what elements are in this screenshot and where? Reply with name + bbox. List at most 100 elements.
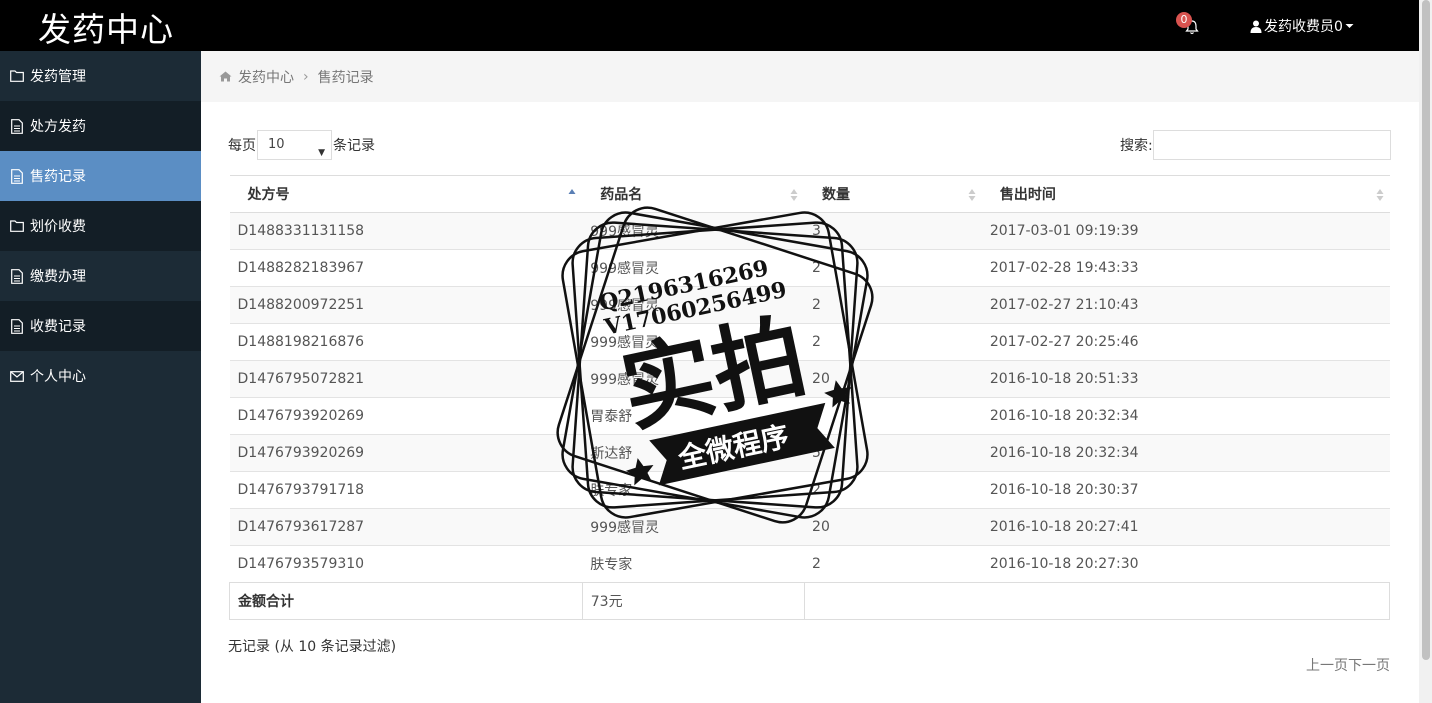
table-cell: 999感冒灵 — [582, 212, 805, 250]
sort-ascending-icon — [568, 189, 576, 194]
top-navbar: 发药中心 0 发药收费员0 — [0, 0, 1419, 51]
page-length-value: 10 — [268, 137, 285, 152]
table-cell: 2 — [804, 249, 982, 287]
table-cell: 20 — [804, 360, 982, 398]
breadcrumb-separator-icon: › — [303, 68, 309, 85]
table-row[interactable]: D1488198216876 999感冒灵 2 2017-02-27 20:25:46 — [229, 323, 1390, 361]
table-cell: 肤专家 — [582, 471, 805, 509]
sidebar-item-label: 收费记录 — [30, 319, 86, 335]
sidebar-item-personal-center[interactable]: 个人中心 — [0, 351, 201, 401]
table-info: 无记录 (从 10 条记录过滤) — [228, 639, 397, 655]
caret-down-icon: ▼ — [318, 148, 325, 158]
scrollbar-thumb[interactable] — [1422, 0, 1430, 660]
sidebar-item-prescription-dispensing[interactable]: 处方发药 — [0, 101, 201, 151]
sidebar-item-pricing-charges[interactable]: 划价收费 — [0, 201, 201, 251]
search-label: 搜索: — [1120, 138, 1153, 154]
table-cell: 20 — [804, 508, 982, 546]
search-control: 搜索: — [1120, 130, 1391, 160]
column-header[interactable]: 药品名 — [582, 175, 805, 213]
table-cell: 2 — [804, 471, 982, 509]
table-row[interactable]: D1476793920269 胃泰舒 5 2016-10-18 20:32:34 — [229, 397, 1390, 435]
footer-empty-cell — [803, 582, 1391, 620]
table-cell: D1488282183967 — [229, 249, 583, 287]
chevron-down-icon — [1345, 23, 1354, 29]
search-input[interactable] — [1152, 130, 1391, 160]
breadcrumb-home-link[interactable]: 发药中心 — [238, 67, 294, 87]
table-row[interactable]: D1476793920269 斯达舒 5 2016-10-18 20:32:34 — [229, 434, 1390, 472]
sidebar-item-label: 缴费办理 — [30, 269, 86, 285]
table-cell: 2017-02-27 20:25:46 — [981, 323, 1390, 361]
column-header[interactable]: 处方号 — [229, 175, 583, 213]
table-row[interactable]: D1476793617287 999感冒灵 20 2016-10-18 20:27:4… — [229, 508, 1390, 546]
table-cell: 999感冒灵 — [582, 249, 805, 287]
table-cell: 2016-10-18 20:27:41 — [981, 508, 1390, 546]
table-cell: 5 — [804, 397, 982, 435]
table-row[interactable]: D1476793791718 肤专家 2 2016-10-18 20:30:37 — [229, 471, 1390, 509]
sidebar-item-label: 划价收费 — [30, 219, 86, 235]
table-cell: D1476793791718 — [229, 471, 583, 509]
breadcrumb-current: 售药记录 — [317, 69, 374, 86]
sidebar-item-payment-handling[interactable]: 缴费办理 — [0, 251, 201, 301]
vertical-scrollbar[interactable] — [1419, 0, 1432, 703]
table-cell: 2 — [804, 323, 982, 361]
document-icon — [9, 118, 25, 134]
table-cell: D1476793617287 — [229, 508, 583, 546]
table-cell: D1476795072821 — [229, 360, 583, 398]
footer-total-label: 金额合计 — [229, 582, 583, 620]
table-cell: 2016-10-18 20:30:37 — [981, 471, 1390, 509]
folder-icon — [9, 218, 25, 234]
table-cell: 2 — [804, 545, 982, 583]
table-cell: 2017-03-01 09:19:39 — [981, 212, 1390, 250]
document-icon — [9, 168, 25, 184]
breadcrumb: 发药中心 › 售药记录 — [201, 51, 1419, 102]
user-menu[interactable]: 发药收费员0 — [1250, 16, 1354, 36]
sidebar-item-payment-records[interactable]: 收费记录 — [0, 301, 201, 351]
table-cell: 999感冒灵 — [582, 508, 805, 546]
table-cell: 2 — [804, 286, 982, 324]
sidebar-item-sales-records[interactable]: 售药记录 — [0, 151, 201, 201]
sort-both-icon — [968, 189, 976, 201]
app-title: 发药中心 — [38, 10, 174, 49]
column-header[interactable]: 售出时间 — [981, 175, 1390, 213]
table-cell: 斯达舒 — [582, 434, 805, 472]
table-cell: 999感冒灵 — [582, 360, 805, 398]
table-cell: D1476793579310 — [229, 545, 583, 583]
page-length-suffix: 条记录 — [333, 138, 375, 154]
table-row[interactable]: D1488331131158 999感冒灵 3 2017-03-01 09:19:39 — [229, 212, 1390, 250]
table-row[interactable]: D1476795072821 999感冒灵 20 2016-10-18 20:51:3… — [229, 360, 1390, 398]
user-name: 发药收费员0 — [1264, 19, 1343, 35]
footer-total-value: 73元 — [581, 582, 805, 620]
table-cell: 2016-10-18 20:32:34 — [981, 397, 1390, 435]
envelope-icon — [9, 368, 25, 384]
table-row[interactable]: D1476793579310 肤专家 2 2016-10-18 20:27:30 — [229, 545, 1390, 583]
folder-icon — [9, 68, 25, 84]
table-cell: D1476793920269 — [229, 397, 583, 435]
table-cell: 2016-10-18 20:51:33 — [981, 360, 1390, 398]
document-icon — [9, 318, 25, 334]
table-cell: 2016-10-18 20:27:30 — [981, 545, 1390, 583]
sidebar-item-label: 发药管理 — [30, 69, 86, 85]
document-icon — [9, 268, 25, 284]
sidebar-item-label: 处方发药 — [30, 119, 86, 135]
page-length-select[interactable]: 10 ▼ — [257, 130, 332, 160]
page-length-prefix: 每页 — [228, 138, 256, 154]
home-icon — [219, 71, 232, 82]
sidebar-item-label: 个人中心 — [30, 369, 86, 385]
sidebar-item-dispensing-management[interactable]: 发药管理 — [0, 51, 201, 101]
table-row[interactable]: D1488282183967 999感冒灵 2 2017-02-28 19:43:33 — [229, 249, 1390, 287]
table-cell: 2016-10-18 20:32:34 — [981, 434, 1390, 472]
notification-badge: 0 — [1176, 12, 1192, 28]
page-length-control: 每页 10 ▼ 条记录 — [228, 130, 375, 160]
table-row[interactable]: D1488200972251 999感冒灵 2 2017-02-27 21:10:43 — [229, 286, 1390, 324]
notifications[interactable]: 0 — [1176, 12, 1206, 40]
table-cell: D1488331131158 — [229, 212, 583, 250]
pagination: 上一页 下一页 — [1306, 655, 1390, 675]
table-cell: 肤专家 — [582, 545, 805, 583]
prev-page-button[interactable]: 上一页 — [1306, 655, 1348, 675]
column-header[interactable]: 数量 — [804, 175, 982, 213]
user-icon — [1250, 20, 1262, 33]
table-cell: 999感冒灵 — [582, 323, 805, 361]
sales-records-table: 处方号 药品名 数量 售出时间 D1488331131158 999感冒灵 3 201… — [229, 175, 1391, 620]
table-cell: D1488200972251 — [229, 286, 583, 324]
next-page-button[interactable]: 下一页 — [1348, 655, 1390, 675]
